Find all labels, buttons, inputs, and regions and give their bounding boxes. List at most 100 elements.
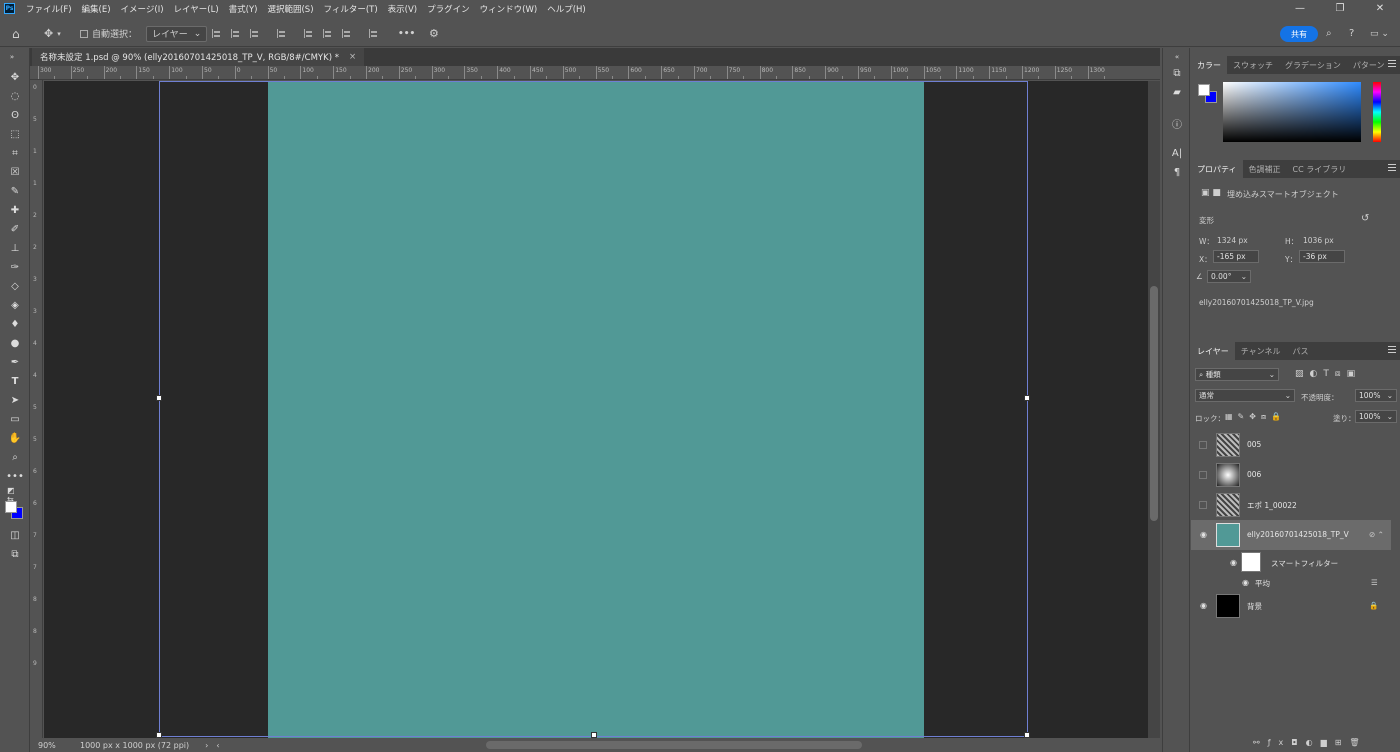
smart-filter-indicator-icon[interactable]: ⊘ ⌃: [1369, 530, 1384, 539]
fill-input[interactable]: 100% ⌄: [1355, 410, 1397, 423]
collapse-arrows-icon[interactable]: »: [4, 50, 20, 64]
align-center-icon[interactable]: [231, 29, 240, 38]
eye-icon[interactable]: ◉: [1199, 601, 1208, 610]
distribute-icon[interactable]: [277, 29, 286, 38]
close-tab-icon[interactable]: ×: [349, 52, 356, 62]
marquee-tool-icon[interactable]: ◌: [7, 89, 23, 103]
zoom-level[interactable]: 90%: [38, 741, 76, 750]
blend-mode-dropdown[interactable]: 通常 ⌄: [1195, 389, 1295, 402]
vertical-scroll-thumb[interactable]: [1150, 286, 1158, 521]
visibility-toggle[interactable]: [1199, 471, 1207, 479]
rectangle-tool-icon[interactable]: ▭: [7, 412, 23, 426]
tab-channels[interactable]: チャンネル: [1235, 342, 1287, 360]
menu-layer[interactable]: レイヤー(L): [169, 3, 224, 15]
object-select-tool-icon[interactable]: ⬚: [7, 127, 23, 141]
menu-filter[interactable]: フィルター(T): [319, 3, 383, 15]
layers-panel-footer-icons[interactable]: ⚯ƒx◘◐▆⊞🗑: [1253, 738, 1368, 747]
paint-bucket-tool-icon[interactable]: ◈: [7, 298, 23, 312]
visibility-toggle[interactable]: [1199, 501, 1207, 509]
tab-cc-libraries[interactable]: CC ライブラリ: [1287, 160, 1353, 178]
color-panel-foreground-swatch[interactable]: [1198, 84, 1210, 96]
lock-icons[interactable]: ▦✎✥⧈🔒: [1225, 412, 1286, 422]
share-button[interactable]: 共有: [1280, 26, 1318, 42]
collapse-arrows-icon[interactable]: «: [1170, 50, 1184, 64]
menu-help[interactable]: ヘルプ(H): [542, 3, 591, 15]
menu-plugins[interactable]: プラグイン: [422, 3, 475, 15]
layer-row[interactable]: 006: [1191, 460, 1391, 490]
hue-slider[interactable]: [1373, 82, 1381, 142]
stamp-tool-icon[interactable]: ⊥: [7, 241, 23, 255]
move-tool-icon[interactable]: ✥: [7, 70, 23, 84]
status-menu-arrow-icon[interactable]: ›: [205, 741, 208, 750]
restore-icon[interactable]: ❐: [1320, 0, 1360, 17]
layer-row-selected[interactable]: ◉ elly20160701425018_TP_V ⊘ ⌃: [1191, 520, 1391, 550]
height-value[interactable]: 1036 px: [1303, 236, 1334, 245]
history-icon[interactable]: ⧉: [1170, 66, 1184, 80]
character-icon[interactable]: A|: [1170, 146, 1184, 160]
panel-menu-icon[interactable]: [1388, 346, 1396, 353]
layer-row[interactable]: 005: [1191, 430, 1391, 460]
home-icon[interactable]: ⌂: [12, 25, 20, 42]
distribute-vertical-icon[interactable]: [369, 29, 378, 38]
reset-transform-icon[interactable]: ↺: [1361, 213, 1369, 224]
workspace-icon[interactable]: ▭ ⌄: [1370, 25, 1389, 42]
comments-icon[interactable]: ▰: [1170, 85, 1184, 99]
eyedropper-tool-icon[interactable]: ✎: [7, 184, 23, 198]
canvas-area[interactable]: [44, 81, 1148, 738]
default-colors-icon[interactable]: ◩ ⇆: [7, 486, 23, 504]
help-icon[interactable]: ?: [1349, 25, 1354, 42]
dodge-tool-icon[interactable]: ●: [7, 336, 23, 350]
eye-icon[interactable]: ◉: [1199, 530, 1208, 539]
blur-tool-icon[interactable]: ♦: [7, 317, 23, 331]
layer-filter-icons[interactable]: ▨◐T⧈▣: [1295, 369, 1361, 379]
color-picker-field[interactable]: [1223, 82, 1361, 142]
auto-select-target-dropdown[interactable]: レイヤー ⌄: [146, 25, 208, 42]
brush-tool-icon[interactable]: ✐: [7, 222, 23, 236]
eraser-tool-icon[interactable]: ◇: [7, 279, 23, 293]
tab-layers[interactable]: レイヤー: [1191, 342, 1235, 360]
eye-icon[interactable]: ◉: [1241, 578, 1250, 587]
vertical-scrollbar[interactable]: [1148, 81, 1160, 738]
document-canvas[interactable]: [268, 81, 924, 738]
align-right-icon[interactable]: [250, 29, 259, 38]
align-left-icon[interactable]: [212, 29, 221, 38]
frame-tool-icon[interactable]: ☒: [7, 165, 23, 179]
panel-menu-icon[interactable]: [1388, 60, 1396, 67]
gear-icon[interactable]: ⚙: [429, 25, 439, 42]
tab-color[interactable]: カラー: [1191, 56, 1227, 74]
smart-filter-row[interactable]: ◉ スマートフィルター: [1191, 550, 1391, 574]
healing-brush-tool-icon[interactable]: ✚: [7, 203, 23, 217]
layer-filter-dropdown[interactable]: ⌕ 種類 ⌄: [1195, 368, 1279, 381]
type-tool-icon[interactable]: T: [7, 374, 23, 388]
menu-edit[interactable]: 編集(E): [77, 3, 116, 15]
x-position-input[interactable]: -165 px: [1213, 250, 1259, 263]
transform-handle-left[interactable]: [156, 395, 162, 401]
menu-window[interactable]: ウィンドウ(W): [475, 3, 543, 15]
crop-tool-icon[interactable]: ⌗: [7, 146, 23, 160]
opacity-input[interactable]: 100% ⌄: [1355, 389, 1397, 402]
menu-type[interactable]: 書式(Y): [224, 3, 263, 15]
move-tool-icon[interactable]: ✥ ▾: [44, 25, 61, 42]
menu-file[interactable]: ファイル(F): [21, 3, 77, 15]
tab-adjustments[interactable]: 色調補正: [1243, 160, 1287, 178]
paragraph-icon[interactable]: ¶: [1170, 165, 1184, 179]
search-icon[interactable]: ⌕: [1326, 25, 1332, 42]
transform-handle-right[interactable]: [1024, 395, 1030, 401]
info-icon[interactable]: ⓘ: [1170, 116, 1184, 131]
tab-paths[interactable]: パス: [1287, 342, 1315, 360]
menu-image[interactable]: イメージ(I): [116, 3, 169, 15]
panel-menu-icon[interactable]: [1388, 164, 1396, 171]
tab-properties[interactable]: プロパティ: [1191, 160, 1243, 178]
layer-row[interactable]: エポ 1_00022: [1191, 490, 1391, 520]
document-tab[interactable]: 名称未設定 1.psd @ 90% (elly20160701425018_TP…: [32, 48, 365, 66]
menu-view[interactable]: 表示(V): [383, 3, 422, 15]
auto-select-checkbox[interactable]: 自動選択：: [80, 25, 137, 42]
history-brush-tool-icon[interactable]: ✑: [7, 260, 23, 274]
eye-icon[interactable]: ◉: [1229, 558, 1238, 567]
visibility-toggle[interactable]: [1199, 441, 1207, 449]
menu-select[interactable]: 選択範囲(S): [262, 3, 318, 15]
filter-options-icon[interactable]: ☰: [1371, 578, 1378, 587]
more-options-button[interactable]: •••: [398, 25, 415, 42]
align-middle-icon[interactable]: [323, 29, 332, 38]
lasso-tool-icon[interactable]: ʘ: [7, 108, 23, 122]
